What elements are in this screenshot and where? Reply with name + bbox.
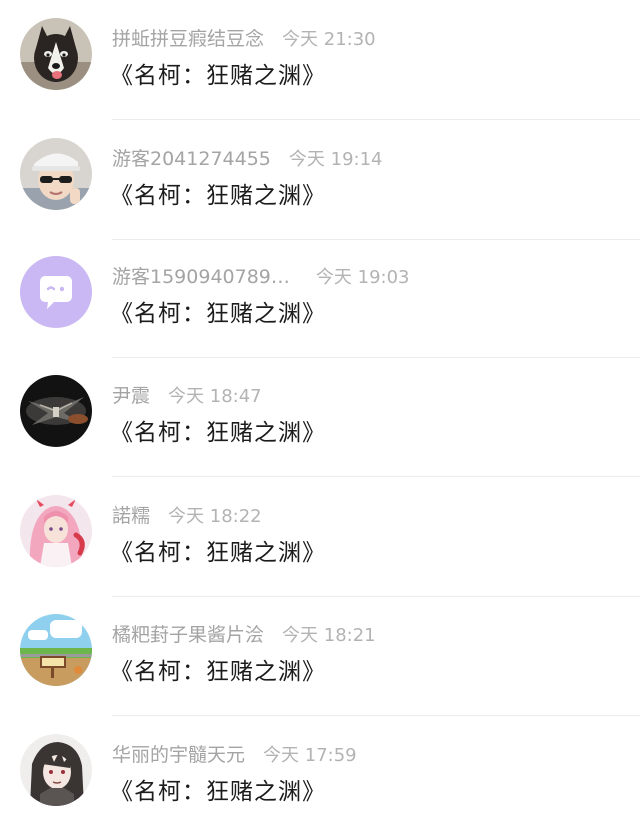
sender-name[interactable]: 拼蚯拼豆瘕结豆念 xyxy=(112,24,264,51)
message-list-item[interactable]: 拼蚯拼豆瘕结豆念 今天 21:30 《名柯：狂赌之渊》 xyxy=(0,0,640,120)
message-list: 拼蚯拼豆瘕结豆念 今天 21:30 《名柯：狂赌之渊》 游客2041274455 xyxy=(0,0,640,822)
message-meta: 华丽的宇髓天元 今天 17:59 xyxy=(112,740,357,768)
sender-name[interactable]: 华丽的宇髓天元 xyxy=(112,740,245,767)
message-text: 《名柯：狂赌之渊》 xyxy=(110,659,326,685)
message-list-item[interactable]: 华丽的宇髓天元 今天 17:59 《名柯：狂赌之渊》 xyxy=(0,716,640,822)
message-meta: 尹震 今天 18:47 xyxy=(112,381,262,409)
cartoon-landscape-avatar[interactable] xyxy=(20,614,92,686)
message-meta: 游客2041274455 今天 19:14 xyxy=(112,144,383,172)
message-time: 今天 21:30 xyxy=(282,29,376,50)
anime-character-avatar[interactable] xyxy=(20,734,92,806)
message-list-item[interactable]: 尹震 今天 18:47 《名柯：狂赌之渊》 xyxy=(0,357,640,477)
message-text: 《名柯：狂赌之渊》 xyxy=(110,183,326,209)
message-meta: 橘粑葑子果酱片浍 今天 18:21 xyxy=(112,620,376,648)
message-meta: 諾糯 今天 18:22 xyxy=(112,501,262,529)
message-text: 《名柯：狂赌之渊》 xyxy=(110,540,326,566)
sender-name[interactable]: 橘粑葑子果酱片浍 xyxy=(112,620,264,647)
message-text: 《名柯：狂赌之渊》 xyxy=(110,420,326,446)
message-meta: 拼蚯拼豆瘕结豆念 今天 21:30 xyxy=(112,24,376,52)
dark-mecha-avatar[interactable] xyxy=(20,375,92,447)
message-list-item[interactable]: 游客1590940789… 今天 19:03 《名柯：狂赌之渊》 xyxy=(0,238,640,358)
sender-name[interactable]: 游客1590940789… xyxy=(112,262,290,289)
message-time: 今天 19:03 xyxy=(315,267,410,288)
sender-name[interactable]: 游客2041274455 xyxy=(112,144,271,171)
message-time: 今天 18:21 xyxy=(282,625,376,646)
message-time: 今天 17:59 xyxy=(263,745,357,766)
purple-chat-bubble-avatar[interactable] xyxy=(20,256,92,328)
pink-anime-girl-avatar[interactable] xyxy=(20,495,92,567)
sender-name[interactable]: 尹震 xyxy=(112,381,150,408)
message-time: 今天 19:14 xyxy=(288,149,383,170)
cap-sunglasses-person-avatar[interactable] xyxy=(20,138,92,210)
message-list-item[interactable]: 游客2041274455 今天 19:14 《名柯：狂赌之渊》 xyxy=(0,120,640,240)
husky-dog-avatar[interactable] xyxy=(20,18,92,90)
message-text: 《名柯：狂赌之渊》 xyxy=(110,63,326,89)
message-text: 《名柯：狂赌之渊》 xyxy=(110,301,326,327)
sender-name[interactable]: 諾糯 xyxy=(112,501,150,528)
message-time: 今天 18:47 xyxy=(168,386,262,407)
message-meta: 游客1590940789… 今天 19:03 xyxy=(112,262,410,290)
message-list-item[interactable]: 橘粑葑子果酱片浍 今天 18:21 《名柯：狂赌之渊》 xyxy=(0,596,640,716)
message-text: 《名柯：狂赌之渊》 xyxy=(110,779,326,805)
message-list-item[interactable]: 諾糯 今天 18:22 《名柯：狂赌之渊》 xyxy=(0,477,640,597)
message-time: 今天 18:22 xyxy=(168,506,262,527)
